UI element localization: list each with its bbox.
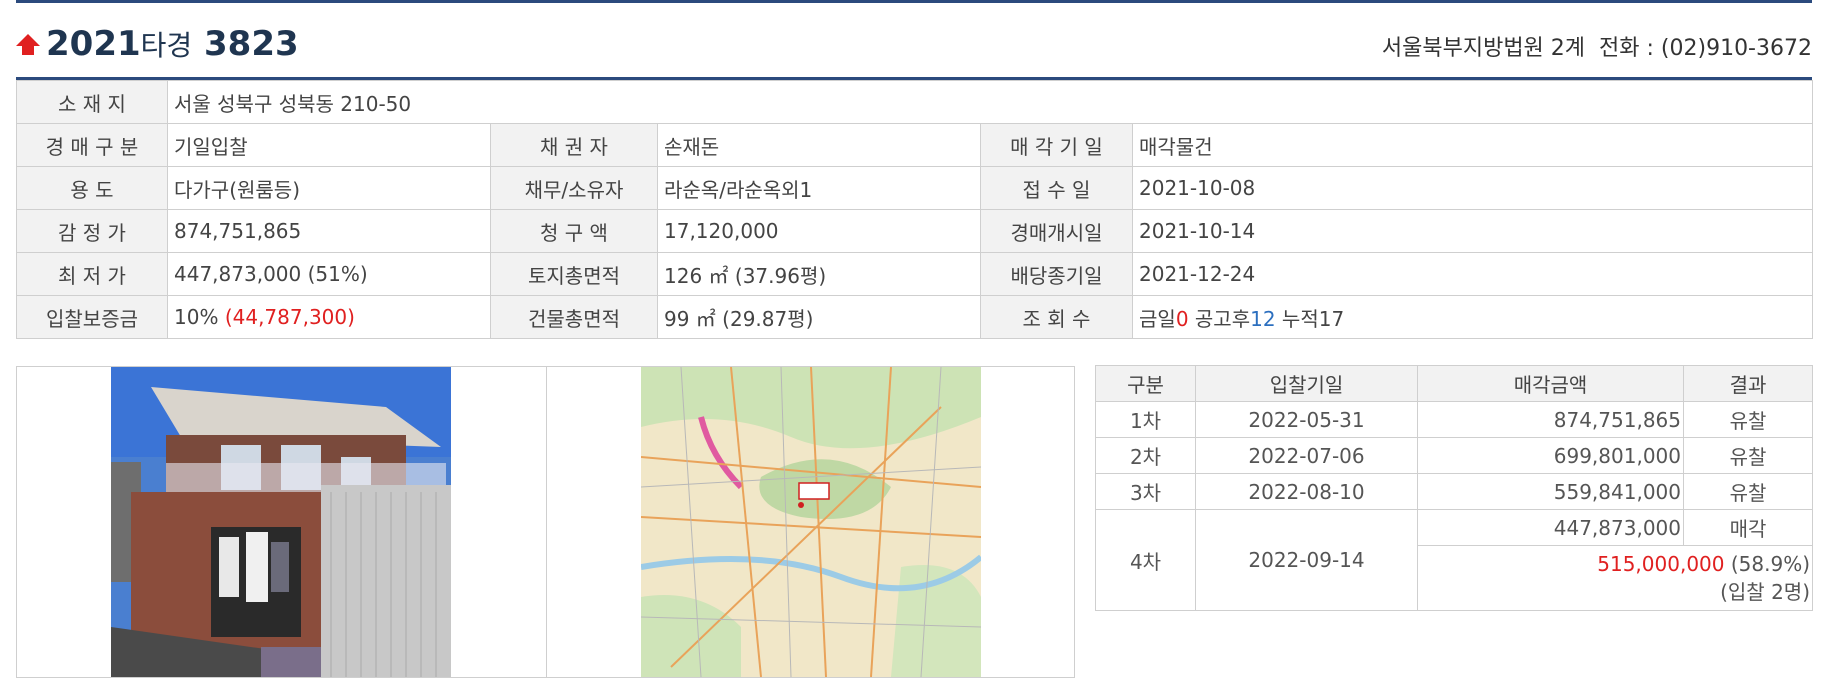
sale-item-link[interactable]: 매각물건 (1131, 123, 1814, 167)
case-info-table: 소 재 지 서울 성북구 성북동 210-50 경 매 구 분 기일입찰 채 권… (16, 80, 1814, 339)
creditor-value: 손재돈 (657, 123, 981, 167)
table-row: 3차 2022-08-10 559,841,000 유찰 (1095, 473, 1813, 510)
location-value: 서울 성북구 성북동 210-50 (166, 80, 1814, 124)
sale-price: 515,000,000 (1597, 551, 1725, 576)
building-area-value: 99 ㎡ (29.87평) (657, 295, 981, 339)
views-label: 조 회 수 (980, 295, 1133, 339)
photo-panel (16, 366, 1075, 678)
amount-cell: 559,841,000 (1417, 473, 1684, 510)
land-area-label: 토지총면적 (490, 252, 658, 296)
usage-value: 다가구(원룸등) (167, 166, 491, 210)
start-date-label: 경매개시일 (980, 209, 1133, 253)
min-price-value: 447,873,000 (51%) (167, 252, 491, 296)
auction-type-label: 경 매 구 분 (16, 123, 168, 167)
table-row: 2차 2022-07-06 699,801,000 유찰 (1095, 437, 1813, 474)
date-cell: 2022-08-10 (1195, 473, 1418, 510)
date-header: 입찰기일 (1195, 365, 1418, 402)
location-map[interactable] (641, 367, 981, 677)
sale-price-line: 515,000,000 (58.9%) (1420, 552, 1810, 576)
result-header: 결과 (1683, 365, 1813, 402)
appraisal-label: 감 정 가 (16, 209, 168, 253)
views-today-label: 금일 (1139, 306, 1176, 331)
auction-type-value: 기일입찰 (167, 123, 491, 167)
info-row: 경 매 구 분 기일입찰 채 권 자 손재돈 매 각 기 일 매각물건 (16, 123, 1814, 167)
usage-label: 용 도 (16, 166, 168, 210)
date-cell: 2022-05-31 (1195, 401, 1418, 438)
appraisal-value: 874,751,865 (167, 209, 491, 253)
amount-header: 매각금액 (1417, 365, 1684, 402)
table-row: 1차 2022-05-31 874,751,865 유찰 (1095, 401, 1813, 438)
sale-pct: (58.9%) (1724, 551, 1810, 576)
receipt-date-label: 접 수 일 (980, 166, 1133, 210)
info-row: 입찰보증금 10% (44,787,300) 건물총면적 99 ㎡ (29.87… (16, 295, 1814, 339)
claim-label: 청 구 액 (490, 209, 658, 253)
views-today-count: 0 (1175, 306, 1189, 331)
claim-value: 17,120,000 (657, 209, 981, 253)
bid-history-table: 구분 입찰기일 매각금액 결과 1차 2022-05-31 874,751,86… (1095, 365, 1813, 611)
photo-divider (546, 367, 547, 677)
date-cell: 2022-07-06 (1195, 437, 1418, 474)
case-year: 2021 (46, 24, 141, 64)
date-cell: 2022-09-14 (1195, 509, 1418, 611)
location-label: 소 재 지 (16, 80, 168, 124)
dividend-deadline-label: 배당종기일 (980, 252, 1133, 296)
round-cell: 1차 (1095, 401, 1196, 438)
amount-cell: 447,873,000 (1417, 509, 1684, 546)
result-cell: 유찰 (1683, 473, 1813, 510)
round-header: 구분 (1095, 365, 1196, 402)
amount-cell: 874,751,865 (1417, 401, 1684, 438)
views-total-label: 누적 (1275, 306, 1319, 331)
result-cell-sold: 매각 (1683, 509, 1813, 546)
bid-history-header: 구분 입찰기일 매각금액 결과 (1095, 365, 1813, 402)
min-price-label: 최 저 가 (16, 252, 168, 296)
round-cell: 2차 (1095, 437, 1196, 474)
top-rule (16, 0, 1812, 3)
round-cell: 4차 (1095, 509, 1196, 611)
deposit-pct: 10% (174, 305, 225, 329)
result-cell: 유찰 (1683, 401, 1813, 438)
case-type: 타경 (140, 29, 193, 62)
result-cell: 유찰 (1683, 437, 1813, 474)
case-number: 3823 (204, 24, 299, 64)
bidder-count: (입찰 2명) (1720, 579, 1810, 604)
info-row: 최 저 가 447,873,000 (51%) 토지총면적 126 ㎡ (37.… (16, 252, 1814, 296)
info-row-location: 소 재 지 서울 성북구 성북동 210-50 (16, 80, 1814, 124)
dividend-deadline-value: 2021-12-24 (1131, 252, 1814, 296)
views-after-count: 12 (1250, 306, 1276, 331)
views-value: 금일0 공고후12 누적17 (1131, 295, 1814, 339)
deposit-label: 입찰보증금 (16, 295, 168, 339)
table-row: 4차 2022-09-14 447,873,000 매각 (1095, 509, 1813, 611)
creditor-label: 채 권 자 (490, 123, 658, 167)
info-row: 감 정 가 874,751,865 청 구 액 17,120,000 경매개시일… (16, 209, 1814, 253)
property-photo[interactable] (111, 367, 451, 677)
land-area-value: 126 ㎡ (37.96평) (657, 252, 981, 296)
info-row: 용 도 다가구(원룸등) 채무/소유자 라순옥/라순옥외1 접 수 일 2021… (16, 166, 1814, 210)
deposit-amount: (44,787,300) (224, 305, 355, 329)
arrow-up-icon-stem (22, 45, 34, 55)
receipt-date-value: 2021-10-08 (1131, 166, 1814, 210)
deposit-value: 10% (44,787,300) (167, 295, 491, 339)
case-header: 2021타경 3823 서울북부지방법원 2계 전화 : (02)910-367… (16, 22, 1812, 64)
court-name: 서울북부지방법원 2계 (1381, 36, 1586, 61)
round-cell: 3차 (1095, 473, 1196, 510)
case-title: 2021타경 3823 (46, 24, 299, 64)
court-phone: 전화 : (02)910-3672 (1599, 36, 1812, 61)
court-info: 서울북부지방법원 2계 전화 : (02)910-3672 (1382, 30, 1812, 62)
debtor-value: 라순옥/라순옥외1 (657, 166, 981, 210)
sale-detail-cell: 515,000,000 (58.9%) (입찰 2명) (1417, 545, 1813, 611)
views-total-count: 17 (1318, 306, 1345, 331)
building-area-label: 건물총면적 (490, 295, 658, 339)
start-date-value: 2021-10-14 (1131, 209, 1814, 253)
debtor-label: 채무/소유자 (490, 166, 658, 210)
amount-cell: 699,801,000 (1417, 437, 1684, 474)
sale-date-label: 매 각 기 일 (980, 123, 1133, 167)
views-after-label: 공고후 (1188, 306, 1251, 331)
